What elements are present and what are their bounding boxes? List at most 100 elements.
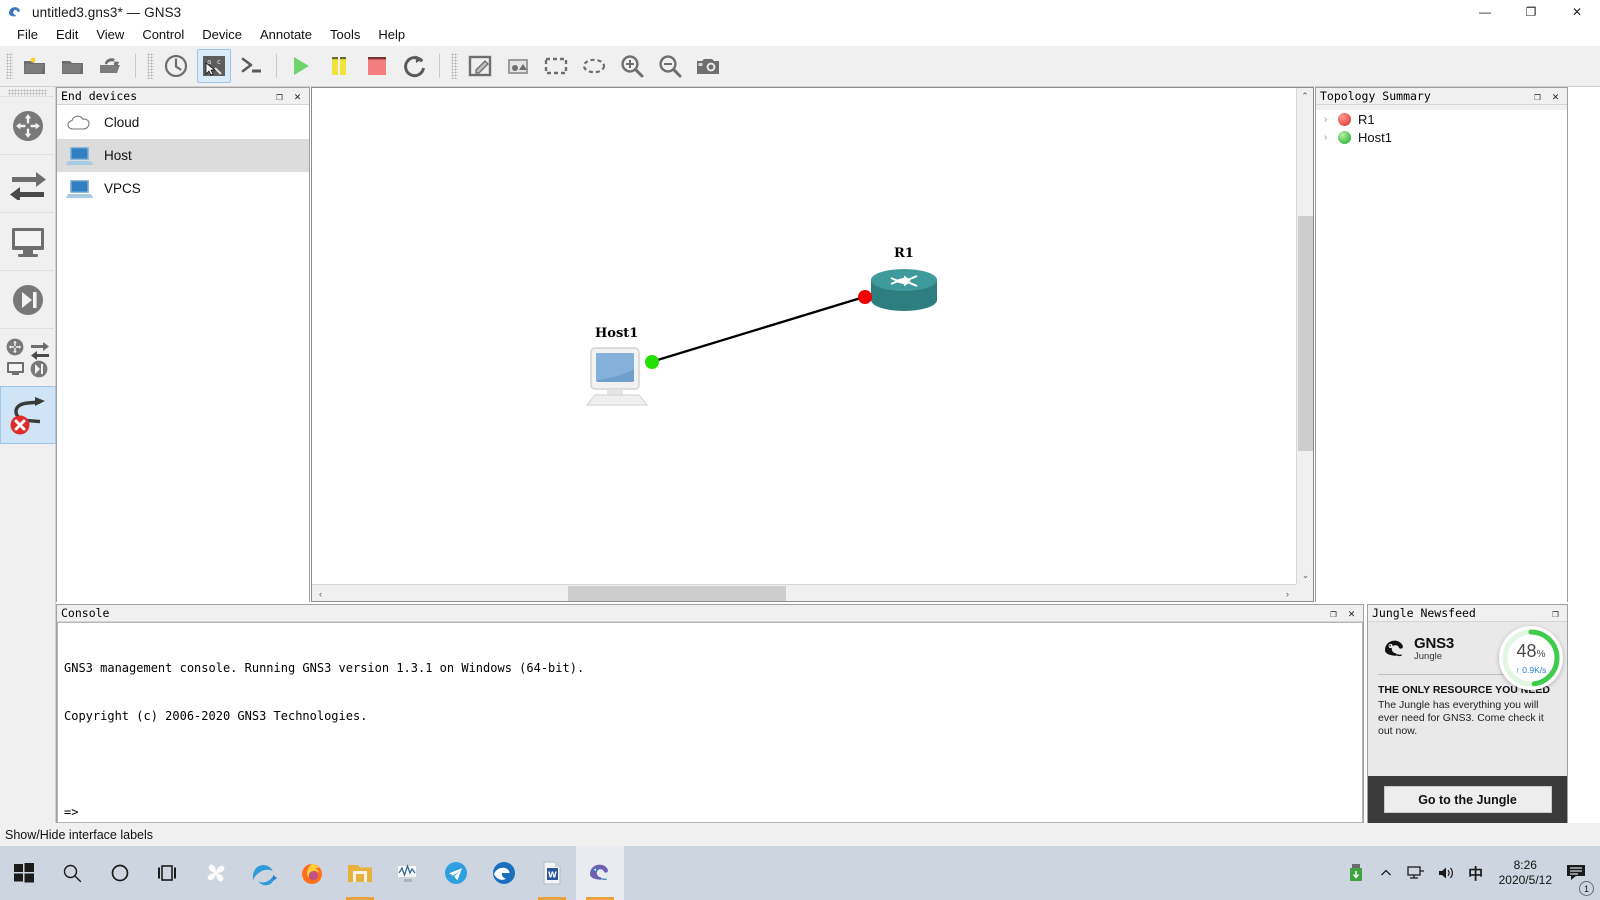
node-host1[interactable]	[583, 346, 651, 413]
close-button[interactable]: ✕	[1554, 0, 1600, 24]
show-hidden-icons-chevron[interactable]	[1371, 846, 1401, 900]
scrollbar-corner	[1296, 584, 1313, 601]
node-r1-label[interactable]: R1	[894, 246, 914, 261]
toolbar-grip[interactable]	[6, 53, 13, 79]
taskbar-app-wireshark[interactable]	[384, 846, 432, 900]
rail-grip[interactable]	[8, 89, 47, 96]
volume-icon[interactable]	[1431, 846, 1461, 900]
menu-file[interactable]: File	[8, 25, 47, 45]
list-item-cloud[interactable]: Cloud	[57, 106, 309, 139]
scroll-up-button[interactable]: ⌃	[1297, 88, 1313, 105]
chevron-right-icon[interactable]: ›	[1324, 114, 1338, 125]
minimize-button[interactable]: —	[1462, 0, 1508, 24]
start-button[interactable]	[0, 846, 48, 900]
all-devices-button[interactable]	[0, 328, 56, 386]
taskbar-clock[interactable]: 8:26 2020/5/12	[1491, 846, 1560, 900]
console-output[interactable]: GNS3 management console. Running GNS3 ve…	[57, 622, 1363, 823]
go-to-jungle-button[interactable]: Go to the Jungle	[1383, 786, 1552, 813]
float-panel-button[interactable]: ❐	[273, 90, 286, 103]
ime-language-icon[interactable]: 中	[1461, 846, 1491, 900]
start-all-button[interactable]	[284, 49, 318, 83]
taskbar-app-internet-explorer[interactable]	[240, 846, 288, 900]
topology-row-host1[interactable]: › Host1	[1316, 128, 1567, 146]
cortana-button[interactable]	[96, 846, 144, 900]
zoom-out-button[interactable]	[653, 49, 687, 83]
menu-device[interactable]: Device	[193, 25, 251, 45]
action-center-icon[interactable]: 1	[1560, 846, 1594, 900]
network-icon[interactable]	[1401, 846, 1431, 900]
float-panel-button[interactable]: ❐	[1531, 90, 1544, 103]
scroll-right-button[interactable]: ›	[1279, 585, 1296, 602]
suspend-all-button[interactable]	[322, 49, 356, 83]
horizontal-scroll-thumb[interactable]	[568, 586, 786, 601]
zoom-in-icon	[621, 55, 644, 78]
network-speed-gauge[interactable]: 48% ↑ 0.9K/s	[1499, 626, 1563, 690]
screenshot-button[interactable]	[691, 49, 725, 83]
gns3-chameleon-icon	[590, 864, 608, 881]
stop-all-button[interactable]	[360, 49, 394, 83]
add-link-button[interactable]	[0, 386, 56, 444]
taskbar-app-telegram[interactable]	[432, 846, 480, 900]
canvas-horizontal-scrollbar[interactable]: ‹ ›	[312, 584, 1296, 601]
routers-button[interactable]	[0, 96, 56, 154]
newsfeed-panel-title-text: Jungle Newsfeed	[1372, 606, 1476, 620]
chevron-right-icon[interactable]: ›	[1324, 132, 1338, 143]
new-project-button[interactable]	[18, 49, 52, 83]
security-devices-button[interactable]	[0, 270, 56, 328]
node-r1-port-status-led[interactable]	[858, 290, 872, 304]
link-host1-r1[interactable]	[650, 295, 865, 364]
link-layer	[650, 295, 865, 364]
list-item-vpcs[interactable]: VPCS	[57, 172, 309, 205]
menu-edit[interactable]: Edit	[47, 25, 87, 45]
topology-canvas[interactable]: R1 Host1	[312, 88, 1296, 584]
menu-tools[interactable]: Tools	[321, 25, 369, 45]
open-project-button[interactable]	[56, 49, 90, 83]
close-panel-button[interactable]: ✕	[1549, 90, 1562, 103]
taskbar-app-word[interactable]: W	[528, 846, 576, 900]
save-project-icon	[100, 58, 120, 73]
toolbar-grip-3[interactable]	[451, 53, 458, 79]
taskbar-app-firefox[interactable]	[288, 846, 336, 900]
float-panel-button[interactable]: ❐	[1549, 607, 1562, 620]
snapshot-history-button[interactable]	[159, 49, 193, 83]
insert-image-button[interactable]	[501, 49, 535, 83]
node-r1[interactable]	[869, 266, 939, 319]
float-panel-button[interactable]: ❐	[1327, 607, 1340, 620]
taskbar-app-file-explorer[interactable]	[336, 846, 384, 900]
taskbar-app-pinwheel[interactable]	[192, 846, 240, 900]
task-view-button[interactable]	[144, 846, 192, 900]
show-hide-interface-labels-button[interactable]: a c	[197, 49, 231, 83]
device-category-rail	[0, 87, 56, 823]
vertical-scroll-thumb[interactable]	[1298, 216, 1313, 451]
save-project-button[interactable]	[94, 49, 128, 83]
usb-safely-remove-icon[interactable]	[1341, 846, 1371, 900]
list-item-host[interactable]: Host	[57, 139, 309, 172]
node-host1-port-status-led[interactable]	[645, 355, 659, 369]
add-note-button[interactable]	[463, 49, 497, 83]
end-devices-button[interactable]	[0, 212, 56, 270]
draw-ellipse-button[interactable]	[577, 49, 611, 83]
menu-view[interactable]: View	[87, 25, 133, 45]
clock-date: 2020/5/12	[1498, 873, 1552, 887]
menu-annotate[interactable]: Annotate	[251, 25, 321, 45]
scroll-down-button[interactable]: ⌄	[1297, 567, 1314, 584]
topology-row-r1[interactable]: › R1	[1316, 110, 1567, 128]
scroll-left-button[interactable]: ‹	[312, 585, 329, 602]
zoom-in-button[interactable]	[615, 49, 649, 83]
close-panel-button[interactable]: ✕	[291, 90, 304, 103]
menu-help[interactable]: Help	[369, 25, 414, 45]
switches-button[interactable]	[0, 154, 56, 212]
host-device-icon	[585, 347, 649, 406]
taskbar-app-edge[interactable]	[480, 846, 528, 900]
draw-rectangle-button[interactable]	[539, 49, 573, 83]
toolbar-grip-2[interactable]	[147, 53, 154, 79]
menu-control[interactable]: Control	[133, 25, 193, 45]
search-button[interactable]	[48, 846, 96, 900]
restore-button[interactable]: ❐	[1508, 0, 1554, 24]
taskbar-app-gns3[interactable]	[576, 846, 624, 900]
reload-all-button[interactable]	[398, 49, 432, 83]
canvas-vertical-scrollbar[interactable]: ⌃ ⌄	[1296, 88, 1313, 584]
console-all-button[interactable]	[235, 49, 269, 83]
close-panel-button[interactable]: ✕	[1345, 607, 1358, 620]
node-host1-label[interactable]: Host1	[595, 326, 638, 341]
